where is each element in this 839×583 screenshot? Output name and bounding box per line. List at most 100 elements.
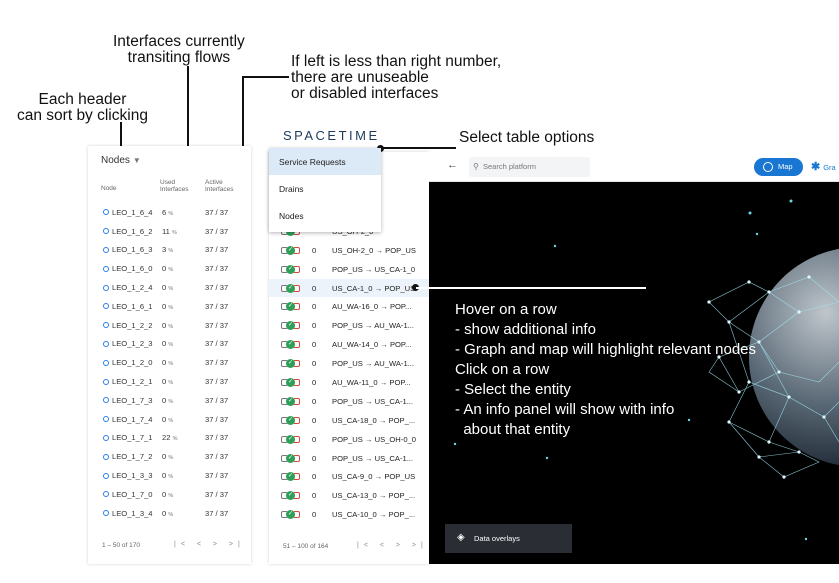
active-interfaces: 37 / 37 — [205, 283, 229, 293]
header-used-interfaces[interactable]: Used Interfaces — [160, 179, 189, 193]
status-toggle-icon[interactable]: ✓ — [281, 491, 301, 501]
callout-hover-info: Hover on a row - show additional info - … — [455, 301, 757, 438]
node-name: LEO_1_7_2 — [112, 452, 153, 462]
data-overlays-button[interactable]: ◈ Data overlays — [445, 524, 572, 553]
table-row[interactable]: ✓ 0 US_CA-10_0 → POP_... — [269, 505, 429, 524]
active-interfaces: 37 / 37 — [205, 433, 229, 443]
search-input[interactable]: ⚲ Search platform — [469, 157, 590, 177]
used-interfaces: 3 % — [162, 245, 174, 255]
active-interfaces: 37 / 37 — [205, 452, 229, 462]
brand-logo: SPACETIME — [283, 128, 380, 143]
table-row[interactable]: ✓ 0 POP_US → US_CA-1_0 — [269, 260, 429, 279]
table-row[interactable]: LEO_1_7_0 0 % 37 / 37 — [88, 485, 251, 504]
flow-count: 0 — [312, 321, 317, 331]
table-row[interactable]: ✓ 0 US_OH-2_0 → POP_US — [269, 241, 429, 260]
status-toggle-icon[interactable]: ✓ — [281, 510, 301, 520]
node-status-icon — [103, 491, 109, 498]
flow-route: POP_US → AU_WA-1... — [332, 359, 415, 369]
table-row[interactable]: LEO_1_2_3 0 % 37 / 37 — [88, 335, 251, 354]
graph-button[interactable]: ✱ Gra — [811, 160, 836, 173]
menu-item-drains[interactable]: Drains — [269, 175, 381, 202]
callout-line — [416, 287, 646, 289]
status-toggle-icon[interactable]: ✓ — [281, 321, 301, 331]
table-row[interactable]: LEO_1_7_2 0 % 37 / 37 — [88, 447, 251, 466]
back-arrow-icon[interactable]: ← — [447, 159, 458, 171]
search-placeholder: Search platform — [483, 162, 536, 171]
used-interfaces: 0 % — [162, 377, 174, 387]
table-row[interactable]: ✓ 0 AU_WA-14_0 → POP... — [269, 335, 429, 354]
callout-line — [381, 147, 456, 149]
pagination-range: 51 – 100 of 164 — [283, 543, 329, 550]
flow-route: AU_WA-11_0 → POP... — [332, 377, 411, 387]
table-row[interactable]: LEO_1_6_3 3 % 37 / 37 — [88, 241, 251, 260]
table-row[interactable]: ✓ 0 US_CA-1_0 → POP_US — [269, 278, 429, 298]
graph-icon: ✱ — [811, 161, 821, 173]
table-row[interactable]: ✓ 0 POP_US → US_CA-1... — [269, 449, 429, 468]
flow-count: 0 — [312, 302, 317, 312]
flow-route: POP_US → US_CA-1_0 — [332, 264, 416, 274]
flow-count: 0 — [312, 472, 317, 482]
table-row[interactable]: ✓ 0 US_CA-9_0 → POP_US — [269, 467, 429, 486]
table-selector[interactable]: Nodes ▼ — [101, 155, 141, 166]
table-row[interactable]: ✓ 0 US_CA-13_0 → POP_... — [269, 486, 429, 505]
used-interfaces: 0 % — [162, 283, 174, 293]
table-row[interactable]: LEO_1_2_1 0 % 37 / 37 — [88, 372, 251, 391]
status-toggle-icon[interactable]: ✓ — [281, 434, 301, 444]
node-status-icon — [103, 322, 109, 329]
map-button[interactable]: Map — [754, 158, 803, 176]
active-interfaces: 37 / 37 — [205, 508, 229, 518]
header-node[interactable]: Node — [101, 185, 117, 192]
status-toggle-icon[interactable]: ✓ — [281, 396, 301, 406]
callout-line — [242, 76, 289, 78]
flow-route: POP_US → US_CA-1... — [332, 396, 414, 406]
table-row[interactable]: LEO_1_2_0 0 % 37 / 37 — [88, 353, 251, 372]
active-interfaces: 37 / 37 — [205, 207, 229, 217]
table-row[interactable]: LEO_1_6_4 6 % 37 / 37 — [88, 203, 251, 222]
pagination-controls[interactable]: |< < > >| — [174, 541, 245, 548]
table-row[interactable]: LEO_1_2_2 0 % 37 / 37 — [88, 316, 251, 335]
flow-route: US_CA-9_0 → POP_US — [332, 472, 416, 482]
status-toggle-icon[interactable]: ✓ — [281, 453, 301, 463]
status-toggle-icon[interactable]: ✓ — [281, 302, 301, 312]
menu-item-nodes[interactable]: Nodes — [269, 202, 381, 229]
table-row[interactable]: LEO_1_3_3 0 % 37 / 37 — [88, 466, 251, 485]
status-toggle-icon[interactable]: ✓ — [281, 245, 301, 255]
table-row[interactable]: LEO_1_6_2 11 % 37 / 37 — [88, 222, 251, 241]
used-interfaces: 0 % — [162, 508, 174, 518]
table-row[interactable]: LEO_1_7_3 0 % 37 / 37 — [88, 391, 251, 410]
status-toggle-icon[interactable]: ✓ — [281, 472, 301, 482]
used-interfaces: 0 % — [162, 414, 174, 424]
table-row[interactable]: LEO_1_2_4 0 % 37 / 37 — [88, 278, 251, 297]
table-row[interactable]: ✓ 0 POP_US → AU_WA-1... — [269, 354, 429, 373]
menu-item-service-requests[interactable]: Service Requests — [269, 148, 381, 175]
chevron-down-icon[interactable]: ▼ — [133, 156, 141, 165]
data-overlays-label: Data overlays — [474, 534, 520, 543]
table-row[interactable]: LEO_1_7_1 22 % 37 / 37 — [88, 429, 251, 448]
header-active-interfaces[interactable]: Active Interfaces — [205, 179, 234, 193]
node-status-icon — [103, 265, 109, 272]
table-row[interactable]: ✓ 0 POP_US → AU_WA-1... — [269, 316, 429, 335]
table-row[interactable]: ✓ 0 AU_WA-11_0 → POP... — [269, 373, 429, 392]
table-row[interactable]: ✓ 0 POP_US → US_OH-0_0 — [269, 430, 429, 449]
active-interfaces: 37 / 37 — [205, 395, 229, 405]
table-row[interactable]: LEO_1_6_0 0 % 37 / 37 — [88, 259, 251, 278]
pagination-controls[interactable]: |< < > >| — [357, 542, 428, 549]
status-toggle-icon[interactable]: ✓ — [281, 378, 301, 388]
table-row[interactable]: LEO_1_6_1 0 % 37 / 37 — [88, 297, 251, 316]
table-row[interactable]: ✓ 0 US_CA-18_0 → POP_... — [269, 411, 429, 430]
status-toggle-icon[interactable]: ✓ — [281, 359, 301, 369]
layers-icon: ◈ — [457, 532, 465, 543]
map-toolbar: ← ⚲ Search platform Map ✱ Gra — [429, 152, 839, 182]
table-row[interactable]: LEO_1_3_4 0 % 37 / 37 — [88, 504, 251, 523]
table-row[interactable]: ✓ 0 AU_WA-16_0 → POP... — [269, 297, 429, 316]
table-row[interactable]: ✓ 0 POP_US → US_CA-1... — [269, 392, 429, 411]
flow-route: US_OH-2_0 → POP_US — [332, 245, 416, 255]
status-toggle-icon[interactable]: ✓ — [281, 415, 301, 425]
status-toggle-icon[interactable]: ✓ — [281, 283, 301, 293]
node-status-icon — [103, 284, 109, 291]
callout-interfaces-flows: Interfaces currently transiting flows — [113, 33, 245, 66]
status-toggle-icon[interactable]: ✓ — [281, 264, 301, 274]
table-row[interactable]: LEO_1_7_4 0 % 37 / 37 — [88, 410, 251, 429]
node-status-icon — [103, 246, 109, 253]
status-toggle-icon[interactable]: ✓ — [281, 340, 301, 350]
